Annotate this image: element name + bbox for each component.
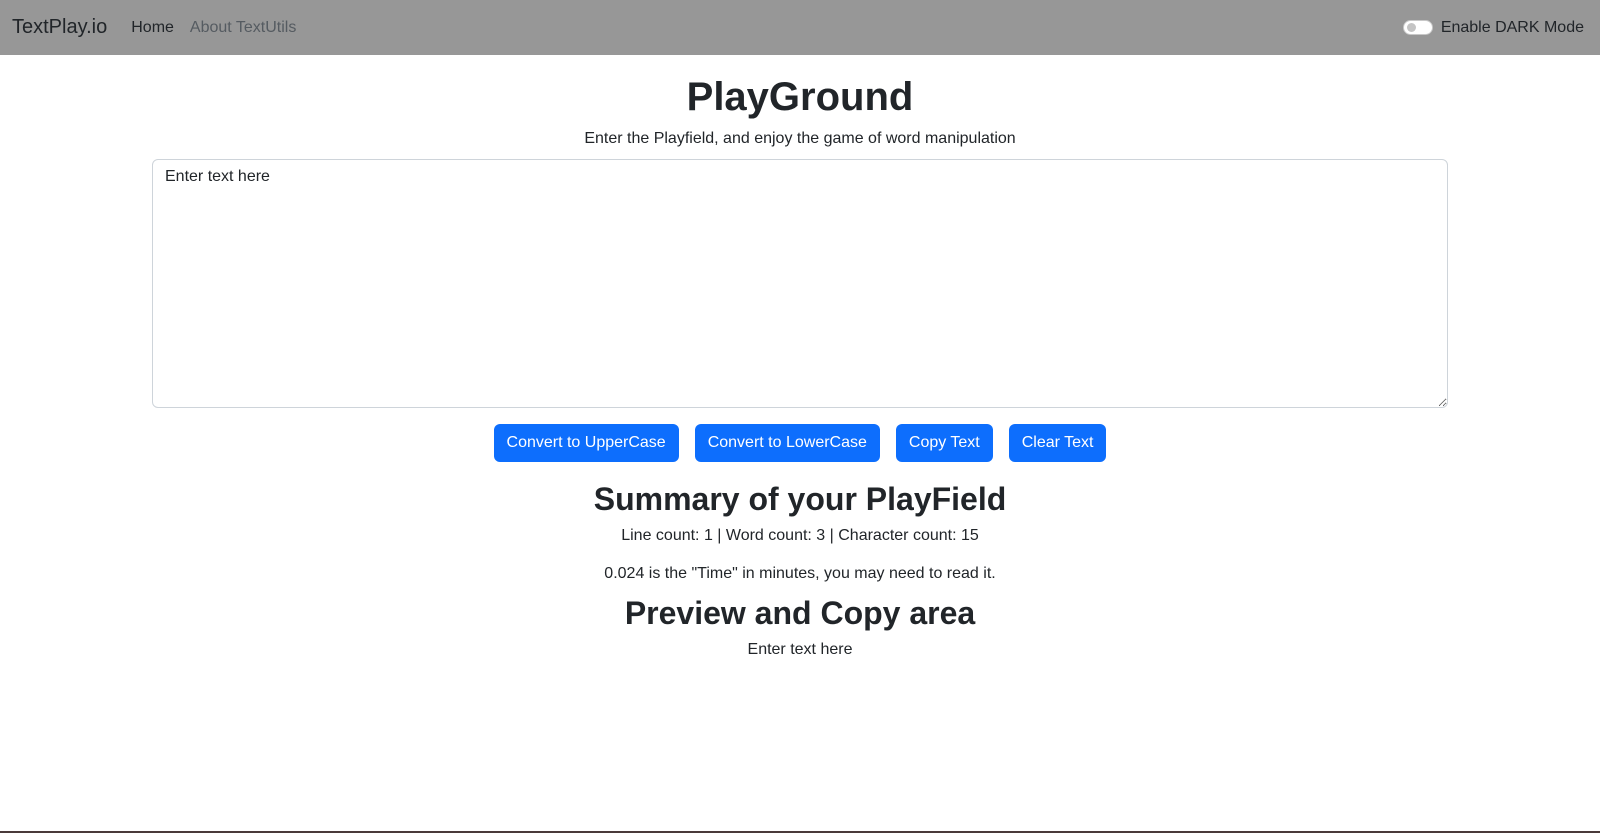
summary-counts: Line count: 1 | Word count: 3 | Characte… [621,527,979,544]
lowercase-button[interactable]: Convert to LowerCase [694,424,880,462]
navbar: TextPlay.io Home About TextUtils Enable … [0,0,1600,55]
nav-link-home[interactable]: Home [131,19,174,37]
text-input-area[interactable] [152,159,1448,408]
uppercase-button[interactable]: Convert to UpperCase [493,424,679,462]
toggle-knob [1406,23,1416,32]
brand-link[interactable]: TextPlay.io [12,16,107,39]
dark-mode-label[interactable]: Enable DARK Mode [1441,19,1584,37]
reading-time: 0.024 is the "Time" in minutes, you may … [604,565,996,582]
page: TextPlay.io Home About TextUtils Enable … [0,0,1600,833]
clear-text-button[interactable]: Clear Text [1008,424,1107,462]
copy-text-button[interactable]: Copy Text [895,424,993,462]
summary-title: Summary of your PlayField [593,481,1007,517]
toggle-switch-icon[interactable] [1402,20,1433,35]
page-subtitle: Enter the Playfield, and enjoy the game … [584,130,1016,147]
nav-link-about[interactable]: About TextUtils [190,19,296,37]
page-title: PlayGround [686,75,914,119]
preview-text: Enter text here [747,641,853,658]
main-container: PlayGround Enter the Playfield, and enjo… [152,55,1448,660]
preview-title: Preview and Copy area [624,595,976,631]
action-buttons: Convert to UpperCase Convert to LowerCas… [152,424,1448,462]
dark-mode-toggle: Enable DARK Mode [1402,0,1584,55]
